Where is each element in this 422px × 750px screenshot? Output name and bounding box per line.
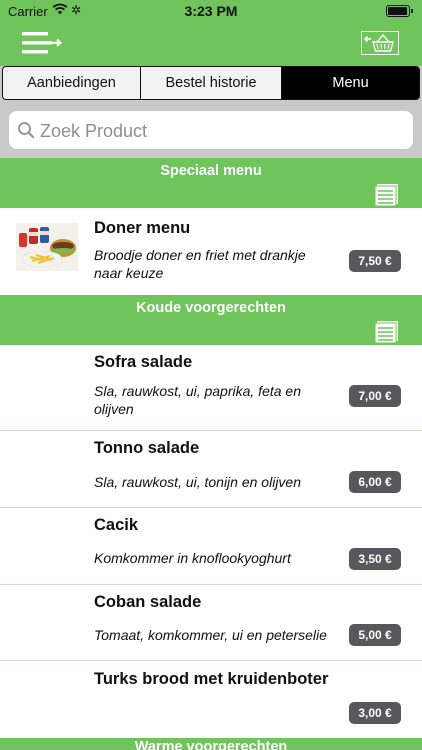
battery-tip bbox=[411, 9, 413, 13]
menu-arrow-icon[interactable] bbox=[20, 30, 64, 56]
menu-item-sofra-salade[interactable]: Sofra salade Sla, rauwkost, ui, paprika,… bbox=[0, 345, 422, 431]
menu-item-tonno-salade[interactable]: Tonno salade Sla, rauwkost, ui, tonijn e… bbox=[0, 431, 422, 508]
item-name: Sofra salade bbox=[94, 353, 193, 371]
search-bar bbox=[9, 111, 413, 149]
section-header-speciaal-menu[interactable]: Speciaal menu bbox=[0, 158, 422, 208]
item-description: Sla, rauwkost, ui, tonijn en olijven bbox=[94, 474, 301, 490]
item-name: Doner menu bbox=[94, 219, 191, 237]
tab-menu[interactable]: Menu bbox=[282, 67, 419, 99]
list-icon bbox=[374, 321, 398, 344]
price-badge: 3,00 € bbox=[349, 702, 401, 724]
segmented-control: Aanbiedingen Bestel historie Menu bbox=[2, 66, 420, 100]
tab-aanbiedingen[interactable]: Aanbiedingen bbox=[3, 67, 141, 99]
status-bar: Carrier ✲ 3:23 PM bbox=[0, 0, 422, 22]
list-icon bbox=[374, 184, 398, 207]
item-description: Tomaat, komkommer, ui en peterselie bbox=[94, 627, 327, 643]
section-header-koude-voorgerechten[interactable]: Koude voorgerechten bbox=[0, 295, 422, 345]
top-bar: Carrier ✲ 3:23 PM bbox=[0, 0, 422, 66]
section-title: Warme voorgerechten bbox=[134, 739, 288, 750]
menu-item-coban-salade[interactable]: Coban salade Tomaat, komkommer, ui en pe… bbox=[0, 585, 422, 661]
price-badge: 6,00 € bbox=[349, 471, 401, 493]
item-name: Cacik bbox=[94, 516, 139, 534]
item-description: Broodje doner en friet met drankje naar … bbox=[94, 247, 306, 281]
item-name: Turks brood met kruidenboter bbox=[94, 670, 329, 688]
menu-item-turks-brood[interactable]: Turks brood met kruidenboter 3,00 € bbox=[0, 661, 422, 738]
search-icon bbox=[18, 122, 34, 138]
section-title: Koude voorgerechten bbox=[136, 300, 286, 316]
price-badge: 7,00 € bbox=[349, 385, 401, 407]
item-description: Komkommer in knoflookyoghurt bbox=[94, 550, 291, 566]
item-description: Sla, rauwkost, ui, paprika, feta en olij… bbox=[94, 383, 301, 417]
section-header-warme-voorgerechten[interactable]: Warme voorgerechten bbox=[0, 738, 422, 750]
tab-bestel-historie[interactable]: Bestel historie bbox=[141, 67, 282, 99]
menu-item-doner-menu[interactable]: Doner menu Broodje doner en friet met dr… bbox=[0, 208, 422, 295]
item-name: Coban salade bbox=[94, 593, 202, 611]
price-badge: 3,50 € bbox=[349, 548, 401, 570]
price-badge: 7,50 € bbox=[349, 250, 401, 272]
doner-menu-photo bbox=[16, 223, 78, 271]
item-name: Tonno salade bbox=[94, 439, 200, 457]
status-time: 3:23 PM bbox=[184, 3, 238, 19]
basket-button[interactable] bbox=[361, 31, 399, 55]
section-title: Speciaal menu bbox=[160, 163, 262, 179]
menu-item-cacik[interactable]: Cacik Komkommer in knoflookyoghurt 3,50 … bbox=[0, 508, 422, 585]
battery-icon bbox=[386, 5, 410, 17]
basket-return-icon bbox=[363, 33, 394, 52]
price-badge: 5,00 € bbox=[349, 624, 401, 646]
search-input[interactable] bbox=[38, 116, 407, 146]
tab-bar: Aanbiedingen Bestel historie Menu bbox=[0, 66, 422, 102]
search-area bbox=[0, 102, 422, 158]
